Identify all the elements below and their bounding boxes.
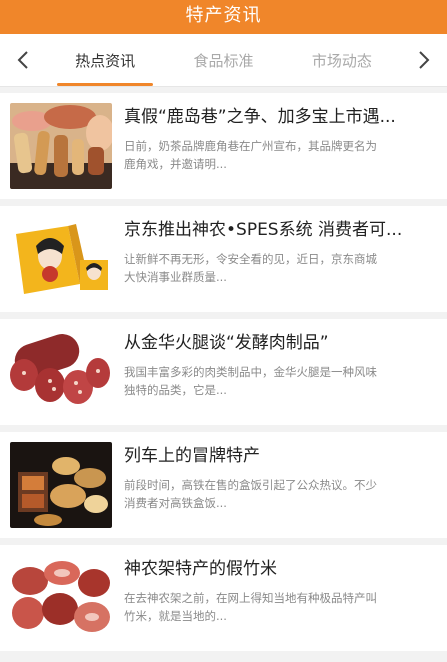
article-title: 列车上的冒牌特产 [124, 446, 260, 466]
page-header: 特产资讯 [0, 0, 447, 34]
article-list: 真假“鹿岛巷”之争、加多宝上市遇... 日前，奶茶品牌鹿角巷在广州宣布，其品牌更… [0, 93, 447, 651]
article-item[interactable]: 真假“鹿岛巷”之争、加多宝上市遇... 日前，奶茶品牌鹿角巷在广州宣布，其品牌更… [0, 93, 447, 199]
article-item[interactable]: 列车上的冒牌特产 前段时间，高铁在售的盒饭引起了公众热议。不少 消费者对高铁盒饭… [0, 432, 447, 538]
category-tab-bar: 热点资讯 食品标准 市场动态 [0, 34, 447, 87]
article-summary: 让新鲜不再无形，令安全看的见，近日，京东商城 大快消事业群质量... [124, 252, 377, 284]
chevron-left-icon[interactable] [0, 50, 46, 70]
article-thumbnail [10, 103, 112, 189]
tab-food-standards[interactable]: 食品标准 [183, 34, 263, 86]
article-thumbnail [10, 329, 112, 415]
article-summary: 前段时间，高铁在售的盒饭引起了公众热议。不少 消费者对高铁盒饭... [124, 478, 377, 510]
article-title: 从金华火腿谈“发酵肉制品” [124, 333, 329, 353]
article-item[interactable]: 京东推出神农•SPES系统 消费者可... 让新鲜不再无形，令安全看的见，近日，… [0, 206, 447, 312]
tab-label: 热点资讯 [75, 51, 136, 70]
article-summary: 日前，奶茶品牌鹿角巷在广州宣布，其品牌更名为 鹿角戏，并邀请明... [124, 139, 377, 171]
chevron-right-icon[interactable] [401, 50, 447, 70]
article-thumbnail [10, 216, 112, 302]
article-item[interactable]: 从金华火腿谈“发酵肉制品” 我国丰富多彩的肉类制品中，金华火腿是一种风味 独特的… [0, 319, 447, 425]
article-title: 京东推出神农•SPES系统 消费者可... [124, 220, 403, 240]
tab-label: 市场动态 [311, 51, 372, 70]
article-summary: 我国丰富多彩的肉类制品中，金华火腿是一种风味 独特的品类，它是... [124, 365, 377, 397]
tab-list: 热点资讯 食品标准 市场动态 [46, 34, 401, 86]
article-title: 真假“鹿岛巷”之争、加多宝上市遇... [124, 107, 396, 127]
tab-label: 食品标准 [193, 51, 254, 70]
article-thumbnail [10, 555, 112, 641]
article-thumbnail [10, 442, 112, 528]
article-summary: 在去神农架之前，在网上得知当地有种极品特产叫 竹米，就是当地的... [124, 591, 377, 623]
article-item[interactable]: 神农架特产的假竹米 在去神农架之前，在网上得知当地有种极品特产叫 竹米，就是当地… [0, 545, 447, 651]
tab-market-news[interactable]: 市场动态 [302, 34, 382, 86]
tab-hot-news[interactable]: 热点资讯 [57, 34, 154, 86]
page-title: 特产资讯 [185, 5, 262, 26]
article-title: 神农架特产的假竹米 [124, 559, 277, 579]
